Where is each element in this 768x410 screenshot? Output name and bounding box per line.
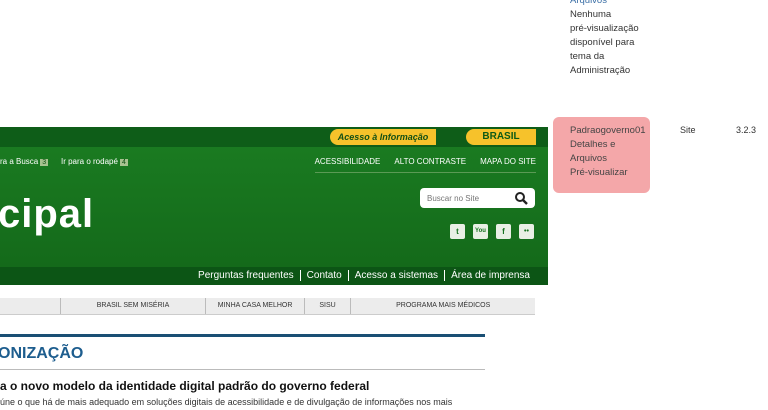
- upper-theme-info: Arquivos Nenhuma pré-visualização dispon…: [570, 0, 650, 78]
- search-input[interactable]: [425, 193, 509, 204]
- youtube-icon[interactable]: You: [473, 224, 488, 239]
- accessibility-links: ACESSIBILIDADE ALTO CONTRASTE MAPA DO SI…: [314, 157, 536, 173]
- theme-name: Padraogoverno01: [570, 125, 646, 136]
- nav-faq[interactable]: Perguntas frequentes: [192, 270, 300, 281]
- article-title[interactable]: a o novo modelo da identidade digital pa…: [0, 379, 369, 393]
- theme-row-upper: [0, 0, 768, 119]
- site-title: cipal: [0, 192, 95, 236]
- theme-type: Site: [680, 125, 696, 135]
- section-rule: [0, 369, 485, 370]
- twitter-icon[interactable]: t: [450, 224, 465, 239]
- preview-link[interactable]: Pré-visualizar: [570, 166, 646, 180]
- facebook-icon[interactable]: f: [496, 224, 511, 239]
- theme-info-card: Padraogoverno01 Detalhes e Arquivos Pré-v…: [553, 117, 650, 193]
- nav-press[interactable]: Área de imprensa: [444, 270, 536, 281]
- search-box: [420, 188, 535, 208]
- details-files-link[interactable]: Detalhes e Arquivos: [570, 138, 646, 166]
- section-title: ONIZAÇÃO: [0, 345, 84, 362]
- access-info-link[interactable]: Acesso à Informação: [330, 129, 436, 145]
- no-preview-text: Nenhuma pré-visualização disponível para…: [570, 9, 639, 76]
- search-icon[interactable]: [514, 191, 528, 205]
- upper-link-files[interactable]: Arquivos: [570, 0, 650, 8]
- skip-to-footer-link[interactable]: Ir para o rodapé 4: [61, 157, 128, 166]
- high-contrast-link[interactable]: ALTO CONTRASTE: [394, 157, 466, 166]
- theme-screenshot[interactable]: Acesso à Informação BRASIL ra a Busca 3 I…: [0, 127, 548, 410]
- tab-brasil-sem-miseria[interactable]: BRASIL SEM MISÉRIA: [59, 298, 206, 314]
- social-links: t You f ••: [450, 224, 534, 239]
- tab-minha-casa-melhor[interactable]: MINHA CASA MELHOR: [205, 298, 303, 314]
- site-map-link[interactable]: MAPA DO SITE: [480, 157, 536, 166]
- gov-top-bar: Acesso à Informação BRASIL: [0, 127, 548, 147]
- portal-header: Acesso à Informação BRASIL ra a Busca 3 I…: [0, 127, 548, 267]
- section-divider: [0, 334, 485, 337]
- theme-version: 3.2.3: [736, 125, 757, 135]
- skip-to-search-link[interactable]: ra a Busca 3: [0, 157, 49, 166]
- nav-contact[interactable]: Contato: [299, 270, 348, 281]
- flickr-icon[interactable]: ••: [519, 224, 534, 239]
- tab-mais-medicos[interactable]: PROGRAMA MAIS MÉDICOS: [350, 298, 535, 314]
- article-summary: úne o que há de mais adequado em soluçõe…: [0, 397, 453, 407]
- program-tabs: BRASIL SEM MISÉRIA MINHA CASA MELHOR SIS…: [0, 298, 535, 315]
- tab-sisu[interactable]: SISU: [303, 298, 351, 314]
- service-nav: Perguntas frequentes Contato Acesso a si…: [0, 267, 548, 285]
- nav-systems[interactable]: Acesso a sistemas: [347, 270, 444, 281]
- brasil-logo[interactable]: BRASIL: [466, 129, 536, 145]
- accessibility-link[interactable]: ACESSIBILIDADE: [315, 157, 381, 166]
